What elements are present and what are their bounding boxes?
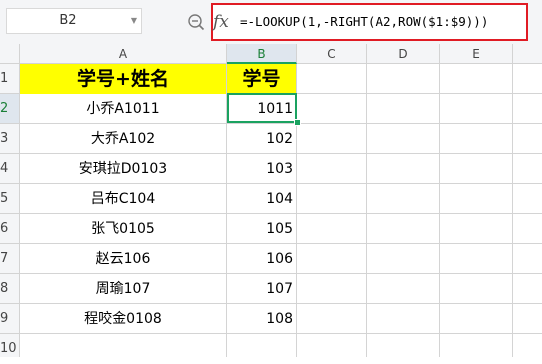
- row-header-8[interactable]: 8: [0, 274, 20, 304]
- row-header-4[interactable]: 4: [0, 154, 20, 184]
- cell-a9[interactable]: 程咬金0108: [20, 304, 226, 334]
- cell-b4[interactable]: 103: [227, 154, 297, 184]
- cell-a6[interactable]: 张飞0105: [20, 214, 226, 244]
- fill-handle[interactable]: [294, 119, 301, 126]
- row-header-10[interactable]: 10: [0, 334, 20, 357]
- cell-a3[interactable]: 大乔A102: [20, 124, 226, 154]
- cell-b8[interactable]: 107: [227, 274, 297, 304]
- row-header-9[interactable]: 9: [0, 304, 20, 334]
- chevron-down-icon[interactable]: ▼: [127, 9, 141, 33]
- column-header-c[interactable]: C: [297, 44, 367, 64]
- row-header-1[interactable]: 1: [0, 64, 20, 94]
- row-header-2[interactable]: 2: [0, 94, 20, 124]
- row-header-3[interactable]: 3: [0, 124, 20, 154]
- cell-b5[interactable]: 104: [227, 184, 297, 214]
- row-header-6[interactable]: 6: [0, 214, 20, 244]
- formula-bar: B2 ▼ fx =-LOOKUP(1,-RIGHT(A2,ROW($1:$9))…: [0, 0, 542, 44]
- fx-icon[interactable]: fx: [213, 9, 235, 35]
- cell-a5[interactable]: 吕布C104: [20, 184, 226, 214]
- cell-b6[interactable]: 105: [227, 214, 297, 244]
- cell-a4[interactable]: 安琪拉D0103: [20, 154, 226, 184]
- column-header-d[interactable]: D: [367, 44, 440, 64]
- cell-a8[interactable]: 周瑜107: [20, 274, 226, 304]
- column-headers: A B C D E: [0, 44, 542, 64]
- cell-b7[interactable]: 106: [227, 244, 297, 274]
- cell-a7[interactable]: 赵云106: [20, 244, 226, 274]
- cell-a2[interactable]: 小乔A1011: [20, 94, 226, 124]
- header-cell-student-id[interactable]: 学号: [227, 64, 296, 94]
- cell-b3[interactable]: 102: [227, 124, 297, 154]
- column-header-e[interactable]: E: [440, 44, 513, 64]
- name-box[interactable]: B2 ▼: [6, 8, 142, 34]
- name-box-value: B2: [59, 13, 77, 28]
- column-header-b[interactable]: B: [227, 44, 297, 64]
- row-header-7[interactable]: 7: [0, 244, 20, 274]
- column-header-a[interactable]: A: [20, 44, 227, 64]
- cell-b9[interactable]: 108: [227, 304, 297, 334]
- formula-input[interactable]: =-LOOKUP(1,-RIGHT(A2,ROW($1:$9))): [240, 12, 488, 32]
- zoom-icon[interactable]: [187, 13, 205, 31]
- row-header-5[interactable]: 5: [0, 184, 20, 214]
- column-header-f[interactable]: [513, 44, 542, 64]
- select-all-corner[interactable]: [0, 44, 20, 64]
- active-cell-selection[interactable]: [227, 93, 297, 123]
- header-cell-student-name[interactable]: 学号+姓名: [20, 64, 226, 94]
